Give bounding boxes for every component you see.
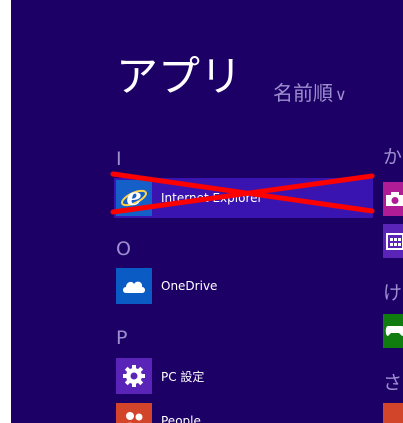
- apps-view: アプリ 名前順 ∨ I e Internet Explorer O OneDriv…: [11, 0, 403, 423]
- group-header-o[interactable]: O: [116, 238, 131, 260]
- svg-text:e: e: [126, 183, 141, 211]
- camera-icon[interactable]: [383, 182, 403, 216]
- internet-explorer-icon: e: [116, 180, 152, 216]
- group-header-p[interactable]: P: [116, 327, 127, 349]
- sort-dropdown[interactable]: 名前順 ∨: [273, 80, 347, 108]
- app-internet-explorer[interactable]: e Internet Explorer: [114, 178, 373, 218]
- app-name: PC 設定: [161, 369, 205, 384]
- gear-icon: [116, 358, 152, 394]
- people-icon: [116, 403, 152, 423]
- app-name: OneDrive: [161, 279, 218, 293]
- app-icon[interactable]: [383, 403, 403, 423]
- group-header-i[interactable]: I: [116, 148, 122, 170]
- group-header-ka[interactable]: か: [383, 146, 402, 168]
- app-name: Internet Explorer: [161, 191, 263, 205]
- group-header-sa[interactable]: さ: [383, 372, 402, 394]
- calendar-icon[interactable]: [383, 224, 403, 258]
- cloud-icon: [116, 268, 152, 304]
- app-name: People: [161, 414, 201, 423]
- chevron-down-icon: ∨: [335, 85, 347, 104]
- app-pc-settings[interactable]: PC 設定: [116, 358, 204, 394]
- page-title: アプリ: [116, 52, 243, 101]
- xbox-games-icon[interactable]: [383, 314, 403, 348]
- app-people[interactable]: People: [116, 403, 201, 423]
- group-header-ke[interactable]: け: [383, 282, 402, 304]
- app-onedrive[interactable]: OneDrive: [116, 268, 217, 304]
- sort-label: 名前順: [273, 81, 333, 105]
